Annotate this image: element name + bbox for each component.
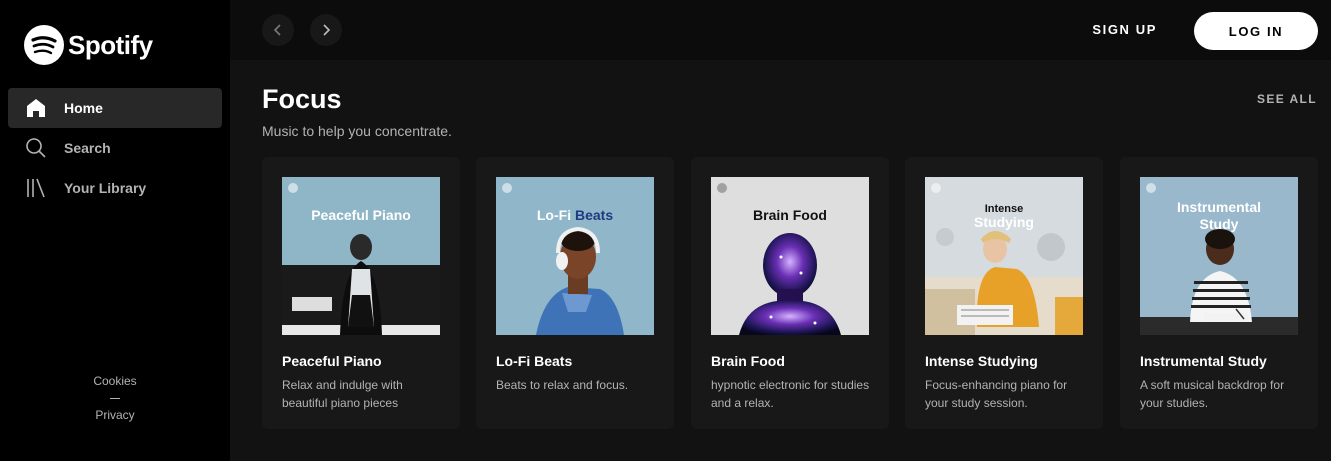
playlist-card-peaceful-piano[interactable]: Peaceful Piano Peaceful Piano Relax and … xyxy=(262,157,460,429)
spotify-badge-icon xyxy=(502,183,512,193)
playlist-card-lofi-beats[interactable]: Lo-Fi Beats Lo-Fi Beats Beats to relax a… xyxy=(476,157,674,429)
back-button[interactable] xyxy=(262,14,294,46)
sidebar-item-label: Search xyxy=(64,140,111,156)
playlist-title[interactable]: Peaceful Piano xyxy=(282,353,382,369)
section-title[interactable]: Focus xyxy=(262,84,342,115)
cover-text: Brain Food xyxy=(753,207,827,223)
playlist-card-instrumental-study[interactable]: Instrumental Study Instrumental Study A … xyxy=(1120,157,1318,429)
library-icon xyxy=(24,176,48,200)
spotify-badge-icon xyxy=(1146,183,1156,193)
playlist-description: A soft musical backdrop for your studies… xyxy=(1140,378,1285,410)
sidebar-item-library[interactable]: Your Library xyxy=(8,168,222,208)
brand-name: Spotify xyxy=(68,29,153,60)
spotify-logo-icon xyxy=(24,25,64,65)
sidebar-footer: Cookies Privacy xyxy=(0,372,230,424)
playlist-card-intense-studying[interactable]: Intense Studying Intense Studying Focus-… xyxy=(905,157,1103,429)
cookies-link[interactable]: Cookies xyxy=(0,372,230,390)
playlist-card-brain-food[interactable]: Brain Food Brain Food hypnotic electroni… xyxy=(691,157,889,429)
cover-text: Peaceful Piano xyxy=(311,207,411,223)
search-icon xyxy=(24,136,48,160)
spotify-badge-icon xyxy=(288,183,298,193)
sidebar-item-label: Home xyxy=(64,100,103,116)
playlist-description: hypnotic electronic for studies and a re… xyxy=(711,378,870,410)
sidebar-nav: Home Search Your Library xyxy=(8,88,222,208)
sign-up-button[interactable]: SIGN UP xyxy=(1092,22,1157,37)
playlist-description: Beats to relax and focus. xyxy=(496,378,629,392)
cover-text: Lo-Fi Beats xyxy=(536,207,614,223)
spotify-badge-icon xyxy=(717,183,727,193)
sidebar: Spotify Home Search Your Library Cookies… xyxy=(0,0,230,461)
privacy-link[interactable]: Privacy xyxy=(0,406,230,424)
chevron-right-icon xyxy=(323,24,331,36)
playlist-title[interactable]: Intense Studying xyxy=(925,353,1038,369)
see-all-link[interactable]: SEE ALL xyxy=(1257,92,1317,106)
playlist-cover: Peaceful Piano xyxy=(282,177,440,335)
forward-button[interactable] xyxy=(310,14,342,46)
log-in-button[interactable]: LOG IN xyxy=(1194,12,1318,50)
playlist-cover: Brain Food xyxy=(711,177,869,335)
footer-divider xyxy=(110,398,120,399)
playlist-cover: Instrumental Study xyxy=(1140,177,1298,335)
playlist-description: Relax and indulge with beautiful piano p… xyxy=(282,378,403,410)
cover-text-b: Study xyxy=(1199,216,1239,232)
top-bar: SIGN UP LOG IN xyxy=(230,0,1331,60)
spotify-badge-icon xyxy=(931,183,941,193)
playlist-title[interactable]: Instrumental Study xyxy=(1140,353,1267,369)
playlist-cover: Intense Studying xyxy=(925,177,1083,335)
sidebar-item-search[interactable]: Search xyxy=(8,128,222,168)
spotify-logo[interactable]: Spotify xyxy=(24,25,153,65)
sidebar-item-label: Your Library xyxy=(64,180,147,196)
cover-text-a: Instrumental xyxy=(1176,199,1261,215)
sidebar-item-home[interactable]: Home xyxy=(8,88,222,128)
cover-text-b: Studying xyxy=(974,214,1034,230)
chevron-left-icon xyxy=(273,24,281,36)
playlist-title[interactable]: Lo-Fi Beats xyxy=(496,353,572,369)
playlist-cover: Lo-Fi Beats xyxy=(496,177,654,335)
playlist-title[interactable]: Brain Food xyxy=(711,353,785,369)
section-subtitle: Music to help you concentrate. xyxy=(262,123,452,139)
home-icon xyxy=(24,96,48,120)
playlist-description: Focus-enhancing piano for your study ses… xyxy=(925,378,1068,410)
